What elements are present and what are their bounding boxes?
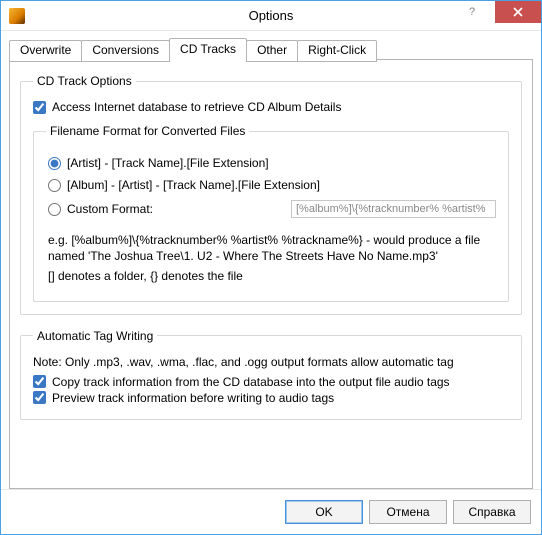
auto-tag-note: Note: Only .mp3, .wav, .wma, .flac, and … bbox=[33, 355, 509, 369]
preview-track-info-row[interactable]: Preview track information before writing… bbox=[33, 391, 509, 405]
dialog-buttons: OK Отмена Справка bbox=[1, 489, 541, 534]
group-cd-track-legend: CD Track Options bbox=[33, 74, 136, 88]
radio-artist-track-label: [Artist] - [Track Name].[File Extension] bbox=[67, 156, 269, 170]
tab-other[interactable]: Other bbox=[246, 40, 298, 62]
options-window: Options ? Overwrite Conversions CD Track… bbox=[0, 0, 542, 535]
group-auto-tag: Automatic Tag Writing Note: Only .mp3, .… bbox=[20, 329, 522, 420]
group-cd-track-options: CD Track Options Access Internet databas… bbox=[20, 74, 522, 315]
tab-overwrite[interactable]: Overwrite bbox=[9, 40, 82, 62]
radio-custom-row[interactable]: Custom Format: bbox=[48, 200, 496, 218]
help-titlebar-button[interactable]: ? bbox=[449, 1, 495, 23]
group-auto-tag-legend: Automatic Tag Writing bbox=[33, 329, 157, 343]
preview-track-info-checkbox[interactable] bbox=[33, 391, 46, 404]
tab-conversions[interactable]: Conversions bbox=[81, 40, 170, 62]
copy-track-info-checkbox[interactable] bbox=[33, 375, 46, 388]
tab-cdtracks[interactable]: CD Tracks bbox=[169, 38, 247, 60]
radio-artist-track-row[interactable]: [Artist] - [Track Name].[File Extension] bbox=[48, 156, 496, 170]
help-button[interactable]: Справка bbox=[453, 500, 531, 524]
copy-track-info-row[interactable]: Copy track information from the CD datab… bbox=[33, 375, 509, 389]
radio-album-artist-track-label: [Album] - [Artist] - [Track Name].[File … bbox=[67, 178, 320, 192]
access-internet-label: Access Internet database to retrieve CD … bbox=[52, 100, 341, 114]
close-icon bbox=[513, 7, 523, 17]
example-note: [] denotes a folder, {} denotes the file bbox=[48, 268, 494, 284]
window-buttons: ? bbox=[449, 1, 541, 23]
access-internet-row[interactable]: Access Internet database to retrieve CD … bbox=[33, 100, 509, 114]
tab-strip: Overwrite Conversions CD Tracks Other Ri… bbox=[9, 38, 541, 60]
titlebar: Options ? bbox=[1, 1, 541, 31]
example-text: e.g. [%album%]\{%tracknumber% %artist% %… bbox=[48, 232, 494, 264]
app-icon bbox=[9, 8, 25, 24]
access-internet-checkbox[interactable] bbox=[33, 101, 46, 114]
group-filename-format: Filename Format for Converted Files [Art… bbox=[33, 124, 509, 302]
radio-artist-track[interactable] bbox=[48, 157, 61, 170]
custom-format-input[interactable] bbox=[291, 200, 496, 218]
close-button[interactable] bbox=[495, 1, 541, 23]
copy-track-info-label: Copy track information from the CD datab… bbox=[52, 375, 450, 389]
group-filename-legend: Filename Format for Converted Files bbox=[46, 124, 249, 138]
radio-album-artist-track-row[interactable]: [Album] - [Artist] - [Track Name].[File … bbox=[48, 178, 496, 192]
tab-panel-cdtracks: CD Track Options Access Internet databas… bbox=[9, 59, 533, 489]
radio-custom-format-label: Custom Format: bbox=[67, 202, 153, 216]
cancel-button[interactable]: Отмена bbox=[369, 500, 447, 524]
radio-custom-format[interactable] bbox=[48, 203, 61, 216]
ok-button[interactable]: OK bbox=[285, 500, 363, 524]
radio-album-artist-track[interactable] bbox=[48, 179, 61, 192]
preview-track-info-label: Preview track information before writing… bbox=[52, 391, 334, 405]
tab-rightclick[interactable]: Right-Click bbox=[297, 40, 377, 62]
